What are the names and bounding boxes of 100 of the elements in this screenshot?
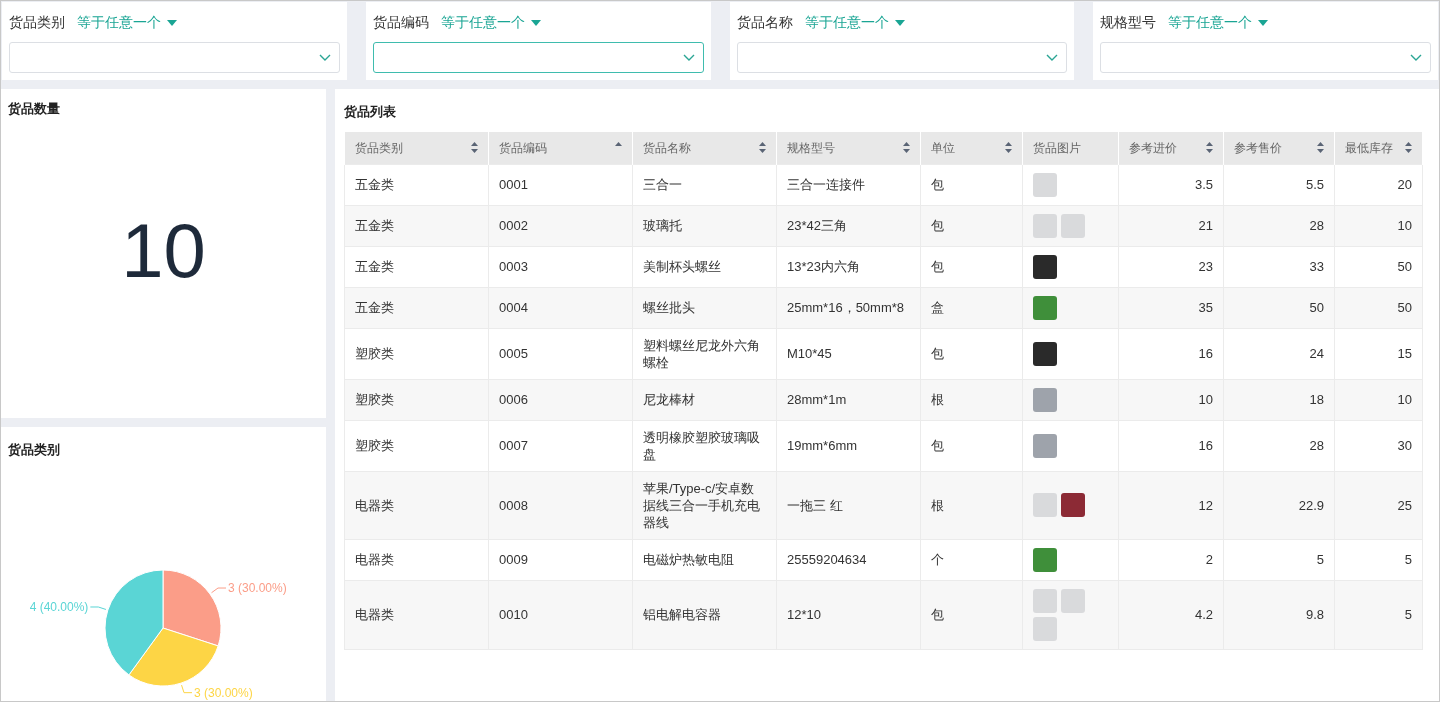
table-cell: 根: [931, 497, 944, 513]
table-cell: 五金类: [355, 218, 394, 233]
table-cell: 9.8: [1305, 607, 1324, 622]
caret-icon: [167, 19, 177, 26]
table-cell: 盒: [931, 300, 944, 315]
photo-placeholder[interactable]: [1033, 341, 1057, 366]
filter-label: 货品编码: [372, 13, 429, 32]
table-cell: 10: [1198, 392, 1213, 407]
table-cell: 0001: [499, 177, 528, 192]
slice-label: 4 (40.00%): [29, 600, 89, 614]
column-header[interactable]: 规格型号: [776, 132, 921, 164]
column-header[interactable]: 货品图片: [1022, 132, 1119, 164]
operator-dropdown[interactable]: 等于任意一个: [77, 12, 177, 33]
table-cell: 12*10: [787, 607, 821, 622]
column-header[interactable]: 参考进价: [1118, 132, 1224, 164]
table-cell: 包: [931, 346, 944, 361]
table-cell: 五金类: [355, 300, 394, 315]
table-cell: 16: [1198, 346, 1213, 361]
table-cell: 13*23内六角: [787, 259, 860, 274]
table-cell: 35: [1198, 300, 1213, 315]
table-cell: 电器类: [355, 607, 394, 622]
chevron-down-icon: [682, 54, 695, 61]
table-cell: 包: [931, 607, 944, 622]
table-cell: 0005: [499, 346, 528, 361]
sort-icon[interactable]: [471, 142, 478, 154]
table-cell: 塑胶类: [355, 392, 394, 407]
leader-line: [211, 587, 227, 594]
operator-dropdown[interactable]: 等于任意一个: [804, 12, 905, 33]
table-cell: 4.2: [1194, 607, 1213, 622]
filter-label: 规格型号: [1100, 13, 1157, 32]
count-value: 10: [121, 213, 206, 290]
table-cell: 0010: [499, 607, 528, 622]
table-cell: 15: [1397, 346, 1412, 361]
slice-label: 3 (30.00%): [228, 581, 287, 596]
table-cell: 玻璃托: [643, 218, 682, 233]
table-cell: 5.5: [1305, 177, 1324, 192]
table-cell: 30: [1397, 438, 1412, 453]
column-header[interactable]: 单位: [920, 132, 1023, 164]
chevron-down-icon: [318, 54, 331, 61]
table-cell: 20: [1397, 177, 1412, 192]
operator-dropdown[interactable]: 等于任意一个: [440, 12, 541, 33]
table-cell: 包: [931, 438, 944, 453]
table-cell: 电器类: [355, 497, 394, 513]
table-cell: 电器类: [355, 552, 394, 567]
caret-icon: [894, 19, 905, 26]
table-cell: 一拖三 红: [787, 497, 843, 513]
column-header[interactable]: 货品类别: [344, 132, 489, 164]
table-cell: 尼龙棒材: [643, 392, 695, 407]
table-cell: M10*45: [787, 346, 832, 361]
table-cell: 铝电解电容器: [643, 607, 721, 622]
table-cell: 23*42三角: [787, 218, 847, 233]
table-cell: 2: [1205, 552, 1213, 567]
table-cell: 根: [931, 392, 944, 407]
photo-placeholder[interactable]: [1033, 254, 1057, 279]
table-cell: 塑料螺丝尼龙外六角螺栓: [643, 337, 760, 370]
sort-icon[interactable]: [1317, 142, 1324, 154]
table-cell: 28: [1309, 218, 1324, 233]
table-cell: 包: [931, 218, 944, 233]
sort-icon[interactable]: [903, 142, 910, 154]
filter-label: 货品类别: [9, 13, 65, 32]
column-header[interactable]: 参考售价: [1223, 132, 1335, 164]
sort-icon[interactable]: [759, 142, 766, 154]
table-cell: 电磁炉热敏电阻: [643, 552, 734, 567]
operator-dropdown[interactable]: 等于任意一个: [1168, 12, 1269, 33]
column-header[interactable]: 货品名称: [632, 132, 777, 164]
sort-ascending-icon[interactable]: [615, 141, 622, 146]
table-cell: 五金类: [355, 177, 394, 192]
table-cell: 苹果/Type-c/安卓数据线三合一手机充电器线: [643, 480, 760, 530]
table-cell: 0009: [499, 552, 528, 567]
table-cell: 50: [1309, 300, 1324, 315]
table-title: 货品列表: [344, 104, 396, 119]
table-cell: 塑胶类: [355, 438, 394, 453]
table-cell: 螺丝批头: [643, 300, 695, 315]
sort-icon[interactable]: [1005, 142, 1012, 154]
column-header[interactable]: 货品编码: [488, 132, 633, 164]
table-cell: 18: [1309, 392, 1324, 407]
table-cell: 5: [1404, 607, 1412, 622]
table-cell: 19mm*6mm: [787, 438, 858, 453]
table-cell: 25: [1397, 497, 1412, 513]
leader-line: [89, 606, 107, 610]
table-cell: 0004: [499, 300, 528, 315]
table-cell: 22.9: [1298, 497, 1324, 513]
table-cell: 10: [1397, 392, 1412, 407]
table-cell: 0008: [499, 497, 528, 513]
table-cell: 12: [1198, 497, 1213, 513]
leader-line: [181, 684, 193, 694]
table-cell: 透明橡胶塑胶玻璃吸盘: [643, 429, 760, 462]
table-cell: 28mm*1m: [787, 392, 847, 407]
select-field[interactable]: [372, 42, 704, 73]
table-cell: 包: [931, 259, 944, 274]
table-cell: 21: [1198, 218, 1213, 233]
table-cell: 50: [1397, 300, 1412, 315]
card-title: 货品数量: [8, 100, 61, 118]
sort-icon[interactable]: [1405, 142, 1412, 154]
sort-icon[interactable]: [1206, 142, 1213, 154]
column-header[interactable]: 最低库存: [1334, 132, 1423, 164]
table-cell: 0003: [499, 259, 528, 274]
table-cell: 0006: [499, 392, 528, 407]
table-cell: 0007: [499, 438, 528, 453]
table-cell: 5: [1404, 552, 1412, 567]
